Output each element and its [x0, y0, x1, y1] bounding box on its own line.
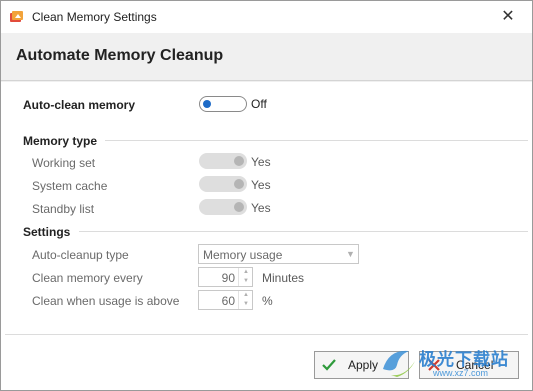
standby-list-toggle[interactable] — [199, 199, 247, 215]
page-header: Automate Memory Cleanup — [1, 33, 532, 81]
spin-down-icon[interactable]: ▼ — [239, 300, 253, 309]
close-icon[interactable]: ✕ — [498, 7, 518, 27]
chevron-down-icon: ▼ — [346, 249, 355, 259]
window-title: Clean Memory Settings — [32, 10, 157, 24]
auto-clean-label: Auto-clean memory — [23, 98, 136, 112]
toggle-knob — [203, 100, 211, 108]
working-set-toggle[interactable] — [199, 153, 247, 169]
spin-up-icon[interactable]: ▲ — [239, 291, 253, 300]
working-set-label: Working set — [32, 156, 96, 170]
watermark-text: 极光下载站 — [419, 350, 509, 370]
footer-divider — [5, 334, 528, 335]
clean-above-unit: % — [262, 294, 273, 308]
clean-above-stepper[interactable]: 60 ▲ ▼ — [198, 290, 253, 310]
app-icon — [9, 9, 25, 25]
toggle-knob — [234, 156, 244, 166]
spin-up-icon[interactable]: ▲ — [239, 268, 253, 277]
settings-content: Auto-clean memory Off Memory type Workin… — [1, 82, 532, 390]
checkmark-icon — [321, 357, 337, 373]
cleanup-type-select[interactable]: Memory usage ▼ — [198, 244, 359, 264]
auto-clean-state: Off — [251, 97, 267, 111]
stepper-arrows: ▲ ▼ — [238, 268, 252, 286]
clean-above-value: 60 — [221, 294, 235, 308]
watermark-logo — [383, 350, 415, 377]
settings-divider — [79, 231, 528, 232]
toggle-knob — [234, 202, 244, 212]
toggle-knob — [234, 179, 244, 189]
system-cache-label: System cache — [32, 179, 108, 193]
title-bar: Clean Memory Settings ✕ — [1, 1, 532, 33]
clean-every-unit: Minutes — [262, 271, 305, 285]
spin-down-icon[interactable]: ▼ — [239, 277, 253, 286]
standby-list-state: Yes — [251, 201, 271, 215]
working-set-state: Yes — [251, 155, 271, 169]
standby-list-label: Standby list — [32, 202, 95, 216]
page-title: Automate Memory Cleanup — [16, 47, 224, 64]
apply-label: Apply — [348, 358, 379, 372]
clean-every-value: 90 — [221, 271, 235, 285]
cleanup-type-value: Memory usage — [203, 248, 283, 262]
memory-type-divider — [105, 140, 528, 141]
watermark-url: www.xz7.com — [433, 368, 489, 378]
stepper-arrows: ▲ ▼ — [238, 291, 252, 309]
cleanup-type-label: Auto-cleanup type — [32, 248, 129, 262]
clean-above-label: Clean when usage is above — [32, 294, 180, 308]
system-cache-toggle[interactable] — [199, 176, 247, 192]
settings-window: Clean Memory Settings ✕ Automate Memory … — [0, 0, 533, 391]
auto-clean-toggle[interactable] — [199, 96, 247, 112]
clean-every-stepper[interactable]: 90 ▲ ▼ — [198, 267, 253, 287]
watermark: 极光下载站 www.xz7.com — [379, 339, 529, 389]
clean-every-label: Clean memory every — [32, 271, 143, 285]
settings-heading: Settings — [23, 225, 71, 239]
system-cache-state: Yes — [251, 178, 271, 192]
memory-type-heading: Memory type — [23, 134, 98, 148]
